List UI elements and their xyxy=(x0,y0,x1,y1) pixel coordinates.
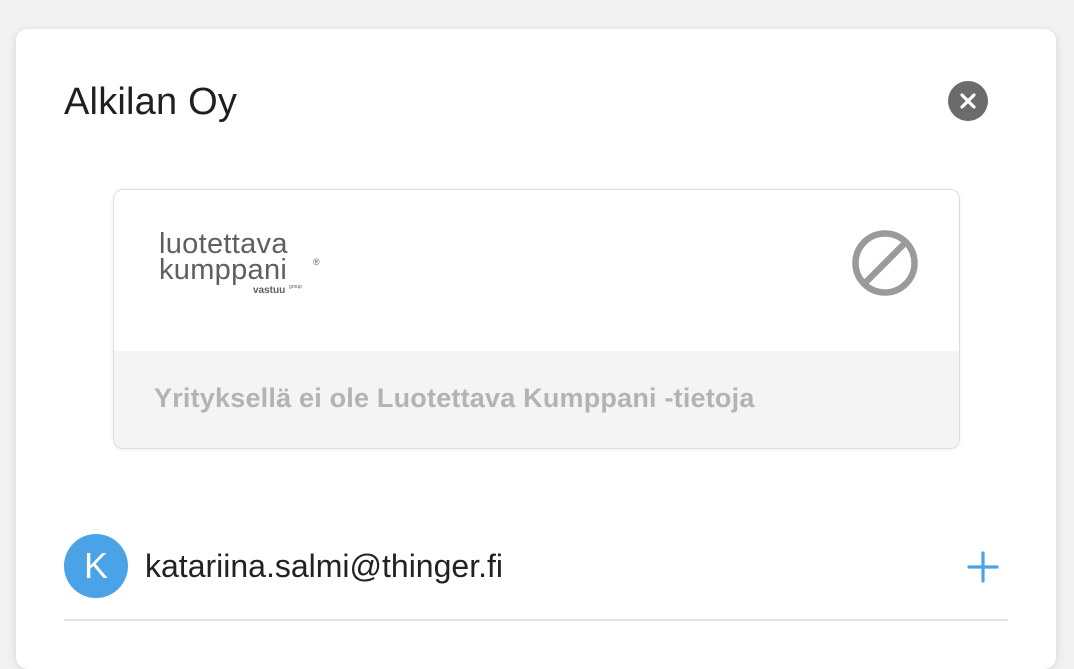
blocked-icon xyxy=(852,230,918,296)
trusted-partner-card-header: luotettava kumppani ® vastuu group xyxy=(114,190,959,351)
logo-registered-mark: ® xyxy=(313,257,320,267)
avatar: K xyxy=(64,534,128,598)
close-button[interactable] xyxy=(948,81,988,121)
company-dialog: Alkilan Oy luotettava kumppani ® vastuu … xyxy=(16,29,1056,669)
trusted-partner-card-footer: Yrityksellä ei ole Luotettava Kumppani -… xyxy=(114,351,959,448)
logo-subtext-small: group xyxy=(289,284,302,290)
trusted-partner-card: luotettava kumppani ® vastuu group Yrity… xyxy=(113,189,960,449)
account-row: K katariina.salmi@thinger.fi xyxy=(64,534,1008,621)
logo-text-line2: kumppani xyxy=(159,254,288,286)
add-button[interactable] xyxy=(966,550,1000,584)
logo-subtext: vastuu xyxy=(253,285,286,296)
dialog-title: Alkilan Oy xyxy=(64,81,238,123)
account-email: katariina.salmi@thinger.fi xyxy=(145,548,503,584)
luotettava-kumppani-logo: luotettava kumppani ® vastuu group xyxy=(159,230,329,302)
close-icon xyxy=(960,93,976,109)
no-trust-data-message: Yrityksellä ei ole Luotettava Kumppani -… xyxy=(154,383,755,413)
plus-icon xyxy=(967,551,999,583)
